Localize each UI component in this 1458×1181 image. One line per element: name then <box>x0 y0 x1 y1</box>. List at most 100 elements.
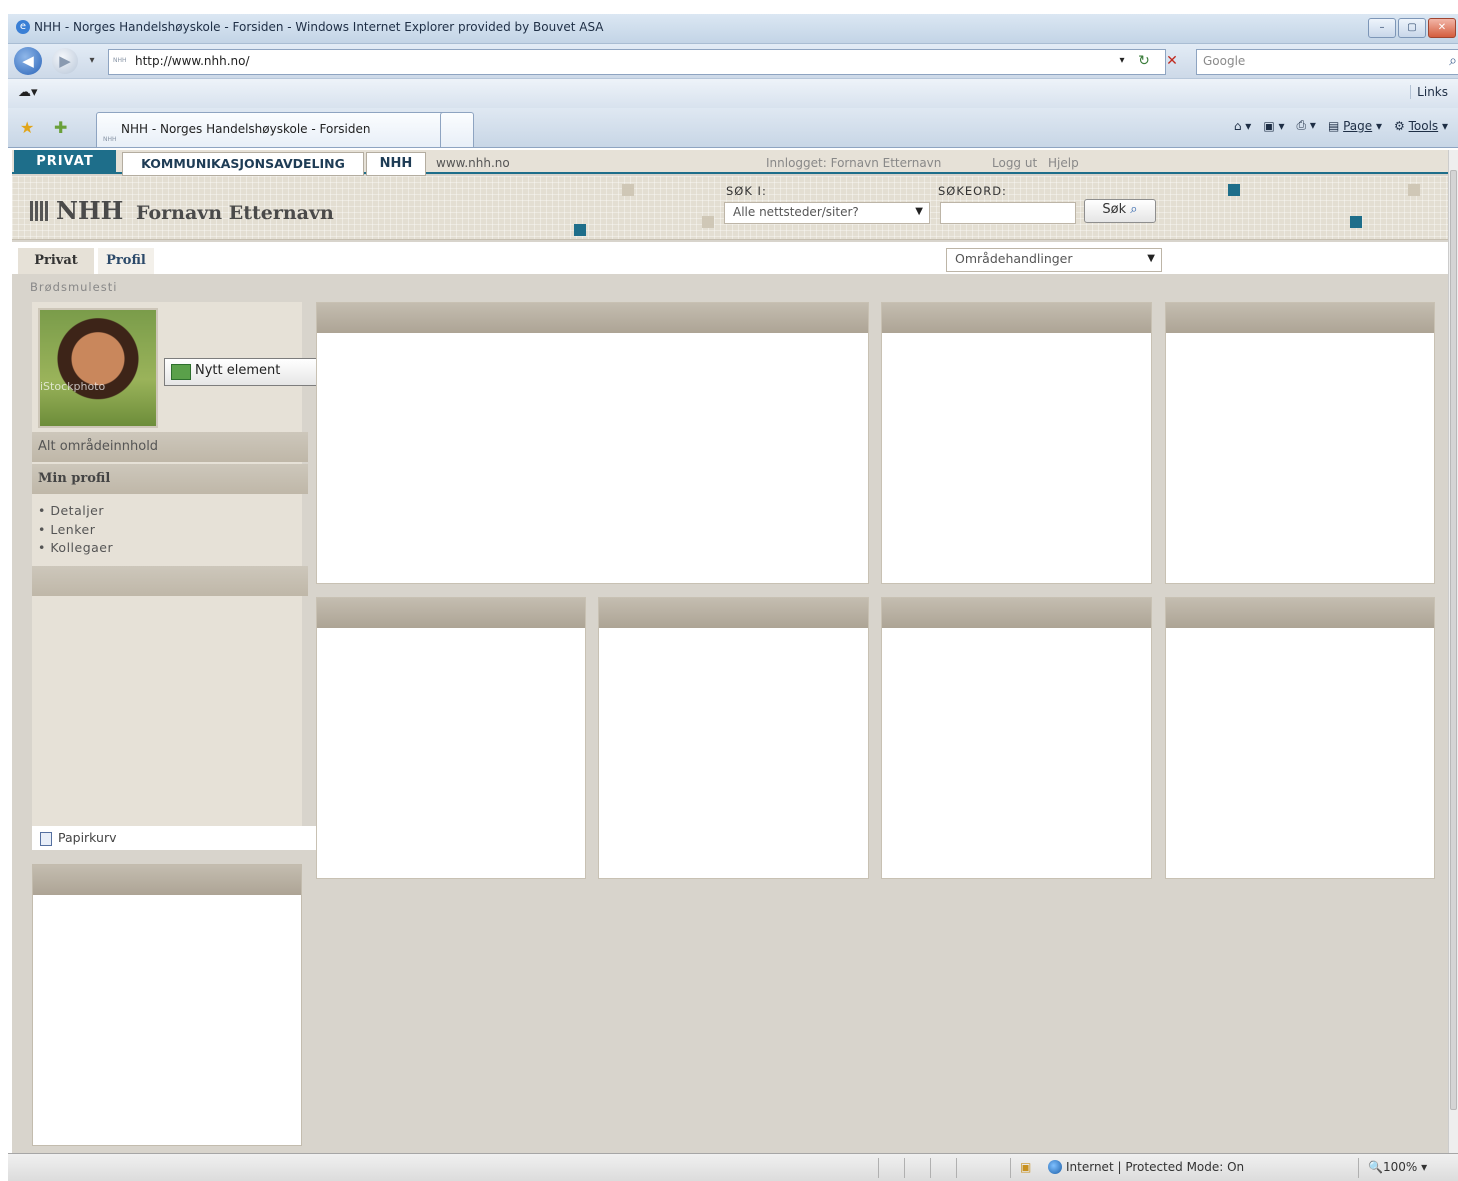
webpart <box>1165 302 1435 584</box>
global-navigation: PRIVAT KOMMUNIKASJONSAVDELING NHH www.nh… <box>12 150 1448 176</box>
decorative-square <box>1350 216 1362 228</box>
nav-nhh[interactable]: NHH <box>366 152 426 176</box>
decorative-square <box>1408 184 1420 196</box>
search-scope-value: Alle nettsteder/siter? <box>733 205 859 219</box>
tab-bar: ★ ✚ NHH NHH - Norges Handelshøyskole - F… <box>8 108 1458 148</box>
add-favorites-icon[interactable]: ✚ <box>54 118 67 137</box>
print-icon[interactable]: ⎙ ▾ <box>1297 118 1316 133</box>
forward-button[interactable]: ▶ <box>52 48 78 74</box>
webpart <box>1165 597 1435 879</box>
tab-privat[interactable]: Privat <box>18 248 94 274</box>
close-window-button[interactable]: ✕ <box>1428 18 1456 38</box>
back-button[interactable]: ◀ <box>14 47 42 75</box>
links-label[interactable]: Links <box>1410 85 1448 99</box>
tab-profil[interactable]: Profil <box>98 248 154 274</box>
url-text: http://www.nhh.no/ <box>135 54 250 68</box>
divider <box>930 1158 931 1178</box>
tab-nhh-forsiden[interactable]: NHH NHH - Norges Handelshøyskole - Forsi… <box>96 112 462 147</box>
history-dropdown-icon[interactable]: ▾ <box>82 51 102 71</box>
profile-link-details[interactable]: • Detaljer <box>38 503 104 518</box>
webpart-header <box>599 598 868 628</box>
all-site-content-link[interactable]: Alt områdeinnhold <box>32 432 308 462</box>
search-icon: ⌕ <box>1130 202 1138 217</box>
decorative-square <box>574 224 586 236</box>
new-tab-button[interactable] <box>440 112 474 147</box>
divider <box>878 1158 879 1178</box>
nav-privat[interactable]: PRIVAT <box>14 150 116 174</box>
webpart-header <box>1166 303 1434 333</box>
vertical-scrollbar[interactable] <box>1448 150 1458 1153</box>
site-actions-menu[interactable]: Områdehandlinger ▼ <box>946 248 1162 272</box>
favorites-star-icon[interactable]: ★ <box>20 118 34 137</box>
search-icon[interactable]: ⌕ <box>1449 50 1457 72</box>
left-webpart <box>32 864 302 1146</box>
webpart-header <box>33 865 301 895</box>
globe-icon <box>1048 1160 1062 1174</box>
profile-link-label: Kollegaer <box>50 540 114 555</box>
webpart-large <box>316 302 869 584</box>
logged-in-user: Innlogget: Fornavn Etternavn <box>766 156 942 170</box>
chevron-down-icon: ▼ <box>915 206 923 217</box>
security-zone[interactable]: Internet | Protected Mode: On <box>1048 1160 1244 1174</box>
profile-link-links[interactable]: • Lenker <box>38 522 95 537</box>
profile-photo[interactable]: iStockphoto <box>38 308 158 428</box>
nav-kommunikasjonsavdeling[interactable]: KOMMUNIKASJONSAVDELING <box>122 152 364 176</box>
webpart <box>881 597 1152 879</box>
tools-menu[interactable]: ⚙ Tools ▾ <box>1394 119 1448 133</box>
page-menu-label: Page <box>1343 118 1373 133</box>
divider <box>904 1158 905 1178</box>
divider <box>956 1158 957 1178</box>
divider <box>1010 1158 1011 1178</box>
internet-explorer-icon: e <box>16 20 30 34</box>
minimize-button[interactable]: – <box>1368 18 1396 38</box>
keyword-input[interactable] <box>940 202 1076 224</box>
popup-blocker-icon[interactable]: ▣ <box>1020 1160 1031 1174</box>
page-menu[interactable]: ▤ Page ▾ <box>1328 119 1382 133</box>
webpart-header <box>882 598 1151 628</box>
tab-label: NHH - Norges Handelshøyskole - Forsiden <box>121 122 371 136</box>
stop-icon[interactable]: ✕ <box>1162 51 1182 71</box>
window-controls: – ▢ ✕ <box>1368 18 1456 38</box>
home-icon[interactable]: ⌂ ▾ <box>1234 119 1251 133</box>
profile-link-colleagues[interactable]: • Kollegaer <box>38 540 113 555</box>
left-navigation: iStockphoto Nytt element Alt områdeinnho… <box>32 302 328 850</box>
nhh-logo[interactable]: NHH <box>30 196 123 225</box>
security-zone-text: Internet | Protected Mode: On <box>1066 1160 1245 1174</box>
logout-link[interactable]: Logg ut <box>992 152 1037 174</box>
page-tabs-row: Privat Profil Områdehandlinger ▼ <box>12 242 1448 274</box>
site-title[interactable]: Fornavn Etternavn <box>136 202 334 224</box>
site-banner: NHH Fornavn Etternavn SØK I: Alle nettst… <box>12 176 1448 240</box>
keyword-label: SØKEORD: <box>938 184 1007 198</box>
webpart-header <box>317 598 585 628</box>
new-item-button[interactable]: Nytt element <box>164 358 328 386</box>
maximize-button[interactable]: ▢ <box>1398 18 1426 38</box>
feeds-icon[interactable]: ▣ ▾ <box>1263 119 1284 133</box>
help-link[interactable]: Hjelp <box>1048 152 1079 174</box>
photo-watermark: iStockphoto <box>40 380 106 393</box>
scrollbar-thumb[interactable] <box>1450 170 1457 1110</box>
site-actions-label: Områdehandlinger <box>955 251 1073 266</box>
window-titlebar: e NHH - Norges Handelshøyskole - Forside… <box>8 14 1458 44</box>
zoom-level: 100% <box>1382 1160 1418 1174</box>
webpart <box>598 597 869 879</box>
zoom-control[interactable]: 🔍100% ▾ <box>1368 1160 1427 1174</box>
site-favicon: NHH <box>113 57 127 64</box>
refresh-icon[interactable]: ↻ <box>1134 51 1154 71</box>
search-scope-select[interactable]: Alle nettsteder/siter? ▼ <box>724 202 930 224</box>
tools-menu-label: Tools <box>1408 118 1439 133</box>
new-item-icon <box>171 364 191 380</box>
url-dropdown-icon[interactable]: ▾ <box>1112 51 1132 71</box>
my-profile-heading[interactable]: Min profil <box>32 464 308 494</box>
breadcrumb[interactable]: Brødsmulesti <box>30 280 117 294</box>
recycle-bin-link[interactable]: Papirkurv <box>32 826 328 850</box>
search-box[interactable]: Google ⌕ <box>1196 49 1458 75</box>
url-field[interactable]: NHH http://www.nhh.no/ <box>108 49 1166 75</box>
nav-www-link[interactable]: www.nhh.no <box>436 152 510 174</box>
webpart <box>316 597 586 879</box>
webpart-header <box>882 303 1151 333</box>
logo-text: NHH <box>56 196 124 225</box>
favorites-bar-icon[interactable]: ☁▾ <box>18 85 38 100</box>
webpart <box>881 302 1152 584</box>
search-button[interactable]: Søk ⌕ <box>1084 199 1156 223</box>
address-toolbar: ◀ ▶ ▾ NHH http://www.nhh.no/ ▾ ↻ ✕ Googl… <box>8 44 1458 78</box>
